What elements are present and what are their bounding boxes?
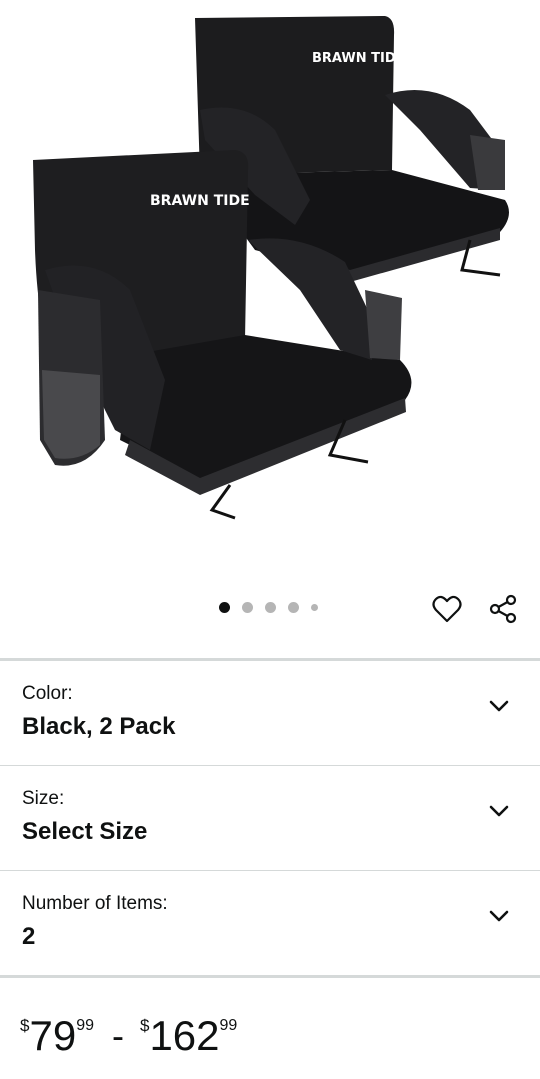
front-seat-logo-text: BRAWN TIDE — [150, 193, 250, 209]
carousel-indicator — [219, 602, 330, 613]
price-high-fraction: 99 — [219, 1017, 238, 1034]
product-image[interactable]: BRAWN TIDE BRAWN TIDE — [0, 0, 540, 585]
chevron-down-icon — [489, 910, 509, 922]
number-of-items-value: 2 — [22, 923, 36, 950]
price-low-symbol: $ — [20, 1016, 30, 1035]
chevron-down-icon — [489, 805, 509, 817]
favorite-button[interactable] — [431, 593, 463, 625]
chevron-down-icon — [489, 700, 509, 712]
color-label: Color: — [22, 683, 73, 704]
number-of-items-label: Number of Items: — [22, 893, 168, 914]
carousel-dot[interactable] — [311, 604, 318, 611]
color-selector[interactable]: Color: Black, 2 Pack — [0, 661, 540, 765]
size-selector[interactable]: Size: Select Size — [0, 766, 540, 870]
price-high-whole: 162 — [149, 1012, 220, 1059]
carousel-dot[interactable] — [219, 602, 230, 613]
price-high-symbol: $ — [139, 1016, 150, 1035]
carousel-dot[interactable] — [265, 602, 276, 613]
price-range: $ 79 99 - $ 162 99 — [20, 1013, 237, 1059]
number-of-items-selector[interactable]: Number of Items: 2 — [0, 871, 540, 975]
price-separator: - — [111, 1015, 124, 1056]
heart-icon — [432, 595, 462, 623]
price-low-whole: 79 — [29, 1012, 77, 1059]
share-button[interactable] — [487, 593, 519, 625]
share-icon — [489, 594, 517, 624]
size-value: Select Size — [22, 818, 148, 845]
size-label: Size: — [22, 788, 65, 809]
color-value: Black, 2 Pack — [22, 713, 176, 740]
carousel-dot[interactable] — [288, 602, 299, 613]
back-seat-logo-text: BRAWN TIDE — [312, 51, 405, 66]
carousel-dot[interactable] — [242, 602, 253, 613]
price-low-fraction: 99 — [76, 1017, 94, 1034]
divider — [0, 975, 540, 978]
